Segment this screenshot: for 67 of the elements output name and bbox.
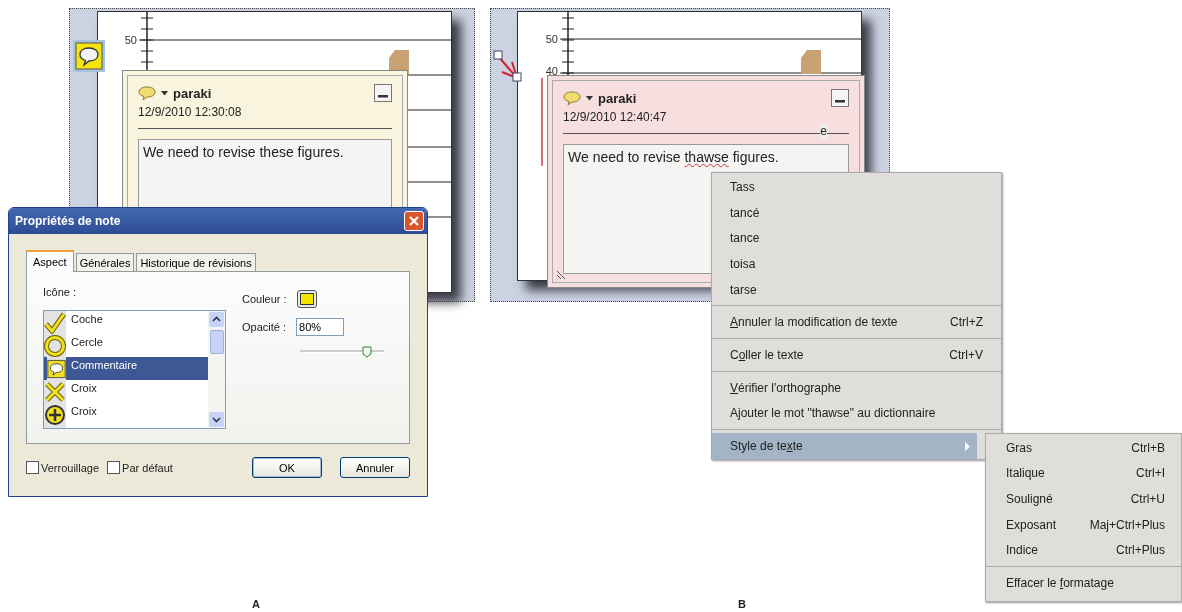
menu-item[interactable]: Style de texte [712,433,977,459]
note-text-run: We need to revise [568,149,682,165]
comment-note-icon[interactable] [72,39,106,73]
checkmark-icon [44,312,66,334]
menu-item[interactable]: Exposant Maj+Ctrl+Plus [986,511,1181,538]
icon-list-item[interactable]: Croix [44,403,208,426]
tab[interactable]: Historique de révisions [136,253,256,271]
figure-caption: A [252,598,260,610]
note-text-run: We need to revise these figures. [143,144,344,160]
caret-icon[interactable] [161,90,168,96]
menu-item[interactable]: Vérifier l'orthographe [712,374,1001,401]
note-author: paraki [598,90,637,106]
close-button[interactable] [404,211,424,231]
icon-list-item[interactable]: Croix [44,380,208,403]
tab[interactable]: Générales [75,253,135,271]
opacity-slider-track[interactable] [300,346,384,358]
note-text-run: thawse [684,149,729,165]
note-date: 12/9/2010 12:30:08 [138,105,243,119]
icon-label: Icône : [43,286,78,298]
checkbox[interactable]: Verrouillage [26,461,100,474]
scroll-down-icon[interactable] [209,412,224,427]
cross-icon [44,381,66,403]
icon-list-item[interactable]: Cercle [44,334,208,357]
note-stray-label: e [820,125,827,138]
circled-plus-icon [44,404,66,426]
note-author: paraki [173,85,212,101]
note-date: 12/9/2010 12:40:47 [563,110,668,124]
menu-item[interactable]: Coller le texte Ctrl+V [712,342,1001,368]
circle-icon [44,335,66,357]
scrollbar[interactable] [208,311,225,428]
dialog-title: Propriétés de note [15,214,122,228]
resize-grip-icon[interactable] [556,270,566,280]
scroll-up-icon[interactable] [209,312,224,327]
checkbox[interactable]: Par défaut [107,461,173,474]
figure-caption: B [738,598,746,610]
menu-item[interactable]: Annuler la modification de texte Ctrl+Z [712,309,1001,336]
minimize-icon [378,95,388,98]
slider-thumb[interactable] [362,346,373,358]
caret-icon[interactable] [586,95,593,101]
axis-label: 40 [545,65,558,77]
minimize-button[interactable] [831,89,849,107]
speech-bubble-icon [138,86,156,100]
opacity-field[interactable]: 80% [296,318,345,336]
color-label: Couleur : [242,293,287,305]
icon-list-item[interactable]: Coche [44,311,208,334]
cancel-button[interactable]: Annuler [340,457,410,478]
menu-item[interactable]: Ajouter le mot "thawse" au dictionnaire [712,400,1001,427]
minimize-icon [835,100,845,103]
tab[interactable]: Aspect [26,250,74,272]
speech-bubble-icon [563,91,581,105]
menu-item[interactable]: Effacer le formatage [986,569,1181,596]
scrollbar-thumb[interactable] [209,330,224,354]
menu-item[interactable]: Souligné Ctrl+U [986,486,1181,512]
speech-bubble-icon [47,358,66,380]
bar-top-shape [801,50,821,74]
axis-label: 50 [124,34,137,46]
axis-label: 50 [545,33,558,45]
minimize-button[interactable] [374,84,392,102]
menu-item[interactable]: Indice Ctrl+Plus [986,537,1181,563]
arrow-annotation-icon[interactable] [492,48,546,168]
close-icon [408,215,420,227]
menu-item[interactable]: tarse [712,276,1001,303]
ok-button[interactable]: OK [252,457,322,478]
menu-item[interactable]: Gras Ctrl+B [986,435,1181,461]
opacity-label: Opacité : [242,321,287,333]
note-text-run: figures. [731,149,779,165]
menu-item[interactable]: Italique Ctrl+I [986,460,1181,487]
